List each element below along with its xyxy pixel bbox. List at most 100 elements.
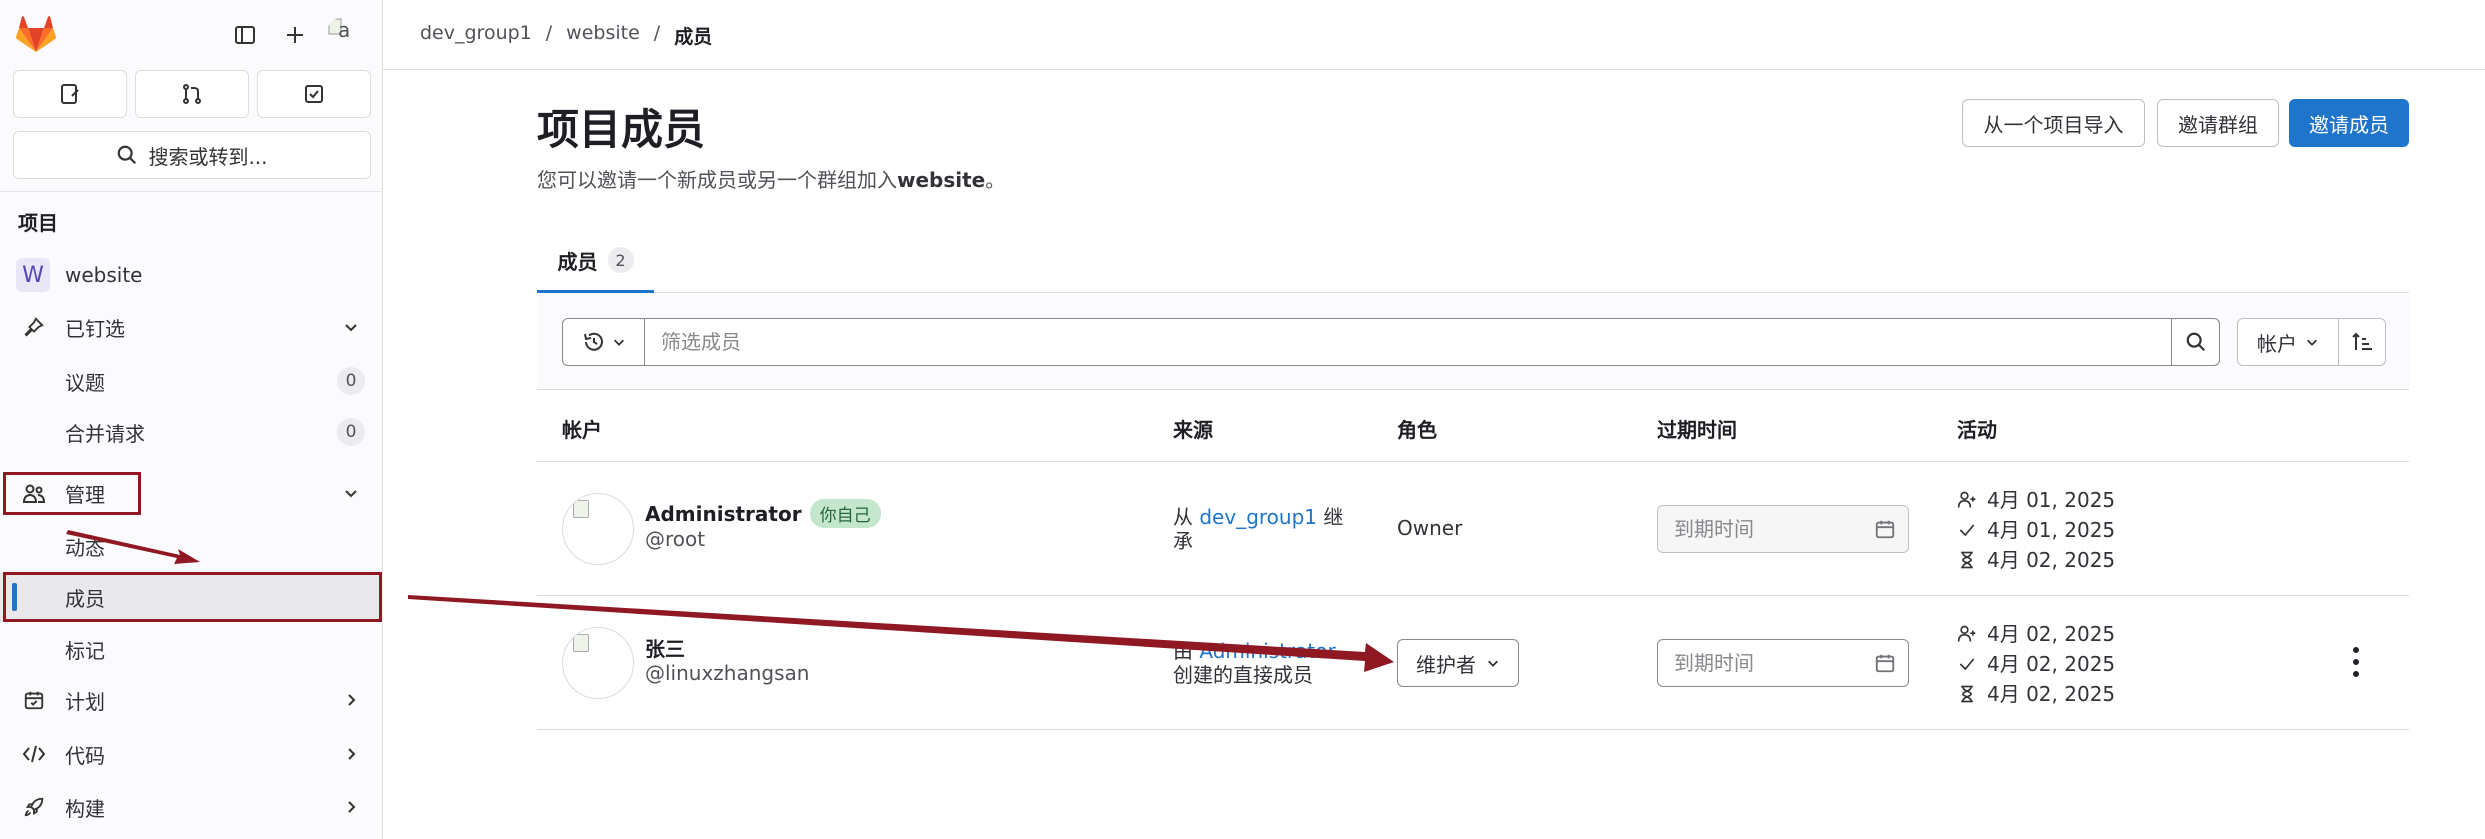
calendar-icon xyxy=(1875,654,1895,673)
annotation-box-manage xyxy=(3,472,141,515)
activity-date: 4月 02, 2025 xyxy=(1987,682,2116,706)
source-link[interactable]: Administrator xyxy=(1199,639,1335,663)
todo-icon xyxy=(305,85,323,103)
member-source: 由 Administrator 创建的直接成员 xyxy=(1173,639,1363,687)
member-name-text: Administrator xyxy=(645,501,802,526)
breadcrumb-item-project[interactable]: website xyxy=(566,22,640,49)
chevron-down-icon xyxy=(341,483,361,503)
chevron-right-icon xyxy=(341,797,361,817)
user-add-icon xyxy=(1957,491,1976,508)
sidebar-item-label: 议题 xyxy=(65,370,105,395)
filter-search-button[interactable] xyxy=(2172,318,2220,366)
invite-group-button[interactable]: 邀请群组 xyxy=(2157,99,2279,147)
top-bar: dev_group1 / website / 成员 xyxy=(383,0,2485,70)
source-suffix: 创建的直接成员 xyxy=(1173,663,1313,687)
member-avatar[interactable] xyxy=(562,627,634,699)
expiration-date-input[interactable]: 到期时间 xyxy=(1657,639,1909,687)
broken-image-icon xyxy=(573,500,589,518)
chevron-down-icon xyxy=(613,339,624,346)
column-header-expiration[interactable]: 过期时间 xyxy=(1657,414,1737,443)
filter-members-input[interactable]: 筛选成员 xyxy=(644,318,2172,366)
sidebar-item-label: 构建 xyxy=(65,796,105,821)
column-header-account[interactable]: 帐户 xyxy=(562,414,602,443)
activity-access-granted: 4月 02, 2025 xyxy=(1957,649,2115,679)
member-name[interactable]: Administrator 你自己 xyxy=(645,499,881,528)
tabs: 成员 2 xyxy=(537,230,2409,293)
more-actions-icon[interactable] xyxy=(2350,647,2362,677)
issues-button[interactable] xyxy=(13,70,127,118)
description-suffix: 。 xyxy=(985,168,1006,192)
sidebar-item-pinned[interactable]: 已钉选 xyxy=(0,303,383,351)
activity-last-active: 4月 02, 2025 xyxy=(1957,679,2115,709)
calendar-icon xyxy=(1875,520,1895,539)
source-link[interactable]: dev_group1 xyxy=(1199,505,1317,529)
chevron-down-icon xyxy=(1488,660,1498,667)
sidebar-item-merge-requests[interactable]: 合并请求 0 xyxy=(0,408,383,456)
plus-icon[interactable] xyxy=(278,18,312,52)
invite-members-button[interactable]: 邀请成员 xyxy=(2289,99,2409,147)
sidebar-item-build[interactable]: 构建 xyxy=(0,783,383,831)
search-icon xyxy=(2186,332,2205,352)
column-header-role[interactable]: 角色 xyxy=(1397,414,1437,443)
sidebar-item-code[interactable]: 代码 xyxy=(0,730,383,778)
avatar-alt-text: a xyxy=(338,18,351,42)
member-name[interactable]: 张三 xyxy=(645,633,685,662)
hourglass-icon xyxy=(1961,551,1973,569)
broken-image-icon xyxy=(573,634,589,652)
member-avatar[interactable] xyxy=(562,493,634,565)
column-header-activity[interactable]: 活动 xyxy=(1957,414,1997,443)
user-avatar[interactable]: a xyxy=(326,16,366,54)
recent-searches-dropdown[interactable] xyxy=(562,318,644,366)
search-icon xyxy=(118,145,137,165)
sidebar-item-activity[interactable]: 动态 xyxy=(0,522,383,570)
role-label: 维护者 xyxy=(1416,652,1476,677)
chevron-right-icon xyxy=(341,690,361,710)
sidebar-toggle-icon[interactable] xyxy=(228,18,262,52)
member-name-text: 张三 xyxy=(645,637,685,661)
sort-ascending-icon xyxy=(2352,332,2372,350)
calendar-icon xyxy=(20,686,48,714)
expiration-placeholder: 到期时间 xyxy=(1674,651,1754,675)
sidebar-item-label: 代码 xyxy=(65,743,105,768)
sort-direction-button[interactable] xyxy=(2338,318,2386,366)
pin-icon xyxy=(20,313,48,341)
quick-actions xyxy=(13,70,371,118)
import-from-project-button[interactable]: 从一个项目导入 xyxy=(1962,99,2145,147)
role-dropdown[interactable]: 维护者 xyxy=(1397,639,1519,687)
todo-button[interactable] xyxy=(257,70,371,118)
tab-count-badge: 2 xyxy=(607,247,634,273)
breadcrumb-item-group[interactable]: dev_group1 xyxy=(420,22,532,49)
description-project: website xyxy=(897,168,986,192)
sidebar-item-labels[interactable]: 标记 xyxy=(0,625,383,673)
activity-date: 4月 01, 2025 xyxy=(1987,518,2116,542)
check-icon xyxy=(1959,658,1975,671)
sidebar-section-title: 项目 xyxy=(18,211,58,235)
sidebar-item-label: 标记 xyxy=(65,638,105,663)
activity-date: 4月 01, 2025 xyxy=(1987,488,2116,512)
breadcrumb-item-current[interactable]: 成员 xyxy=(674,22,712,49)
sidebar-item-label: 动态 xyxy=(65,535,105,560)
gitlab-logo-icon[interactable] xyxy=(16,16,56,54)
tab-members[interactable]: 成员 2 xyxy=(537,230,654,293)
search-label: 搜索或转到... xyxy=(148,144,268,169)
column-header-source[interactable]: 来源 xyxy=(1173,414,1213,443)
user-add-icon xyxy=(1957,625,1976,642)
sidebar-item-issues[interactable]: 议题 0 xyxy=(0,357,383,405)
sidebar-item-project[interactable]: W website xyxy=(0,251,383,299)
page-description: 您可以邀请一个新成员或另一个群组加入website。 xyxy=(537,164,1005,193)
sidebar-divider xyxy=(0,191,383,192)
search-button[interactable]: 搜索或转到... xyxy=(13,131,371,179)
rocket-icon xyxy=(20,793,48,821)
sort-field-dropdown[interactable]: 帐户 xyxy=(2237,318,2339,366)
filter-bar: 筛选成员 帐户 xyxy=(537,294,2409,390)
merge-requests-button[interactable] xyxy=(135,70,249,118)
source-prefix: 从 xyxy=(1173,505,1200,529)
breadcrumb: dev_group1 / website / 成员 xyxy=(420,22,712,49)
tab-label: 成员 xyxy=(557,249,598,274)
sidebar: a 搜索或转到... 项目 W website 已钉选 议题 0 合并请求 0 xyxy=(0,0,383,839)
sidebar-item-label: 合并请求 xyxy=(65,421,145,446)
sidebar-item-plan[interactable]: 计划 xyxy=(0,676,383,724)
table-row: 张三 @linuxzhangsan 由 Administrator 创建的直接成员… xyxy=(537,597,2409,730)
sidebar-item-label: 已钉选 xyxy=(65,316,125,341)
expiration-placeholder: 到期时间 xyxy=(1674,517,1754,541)
